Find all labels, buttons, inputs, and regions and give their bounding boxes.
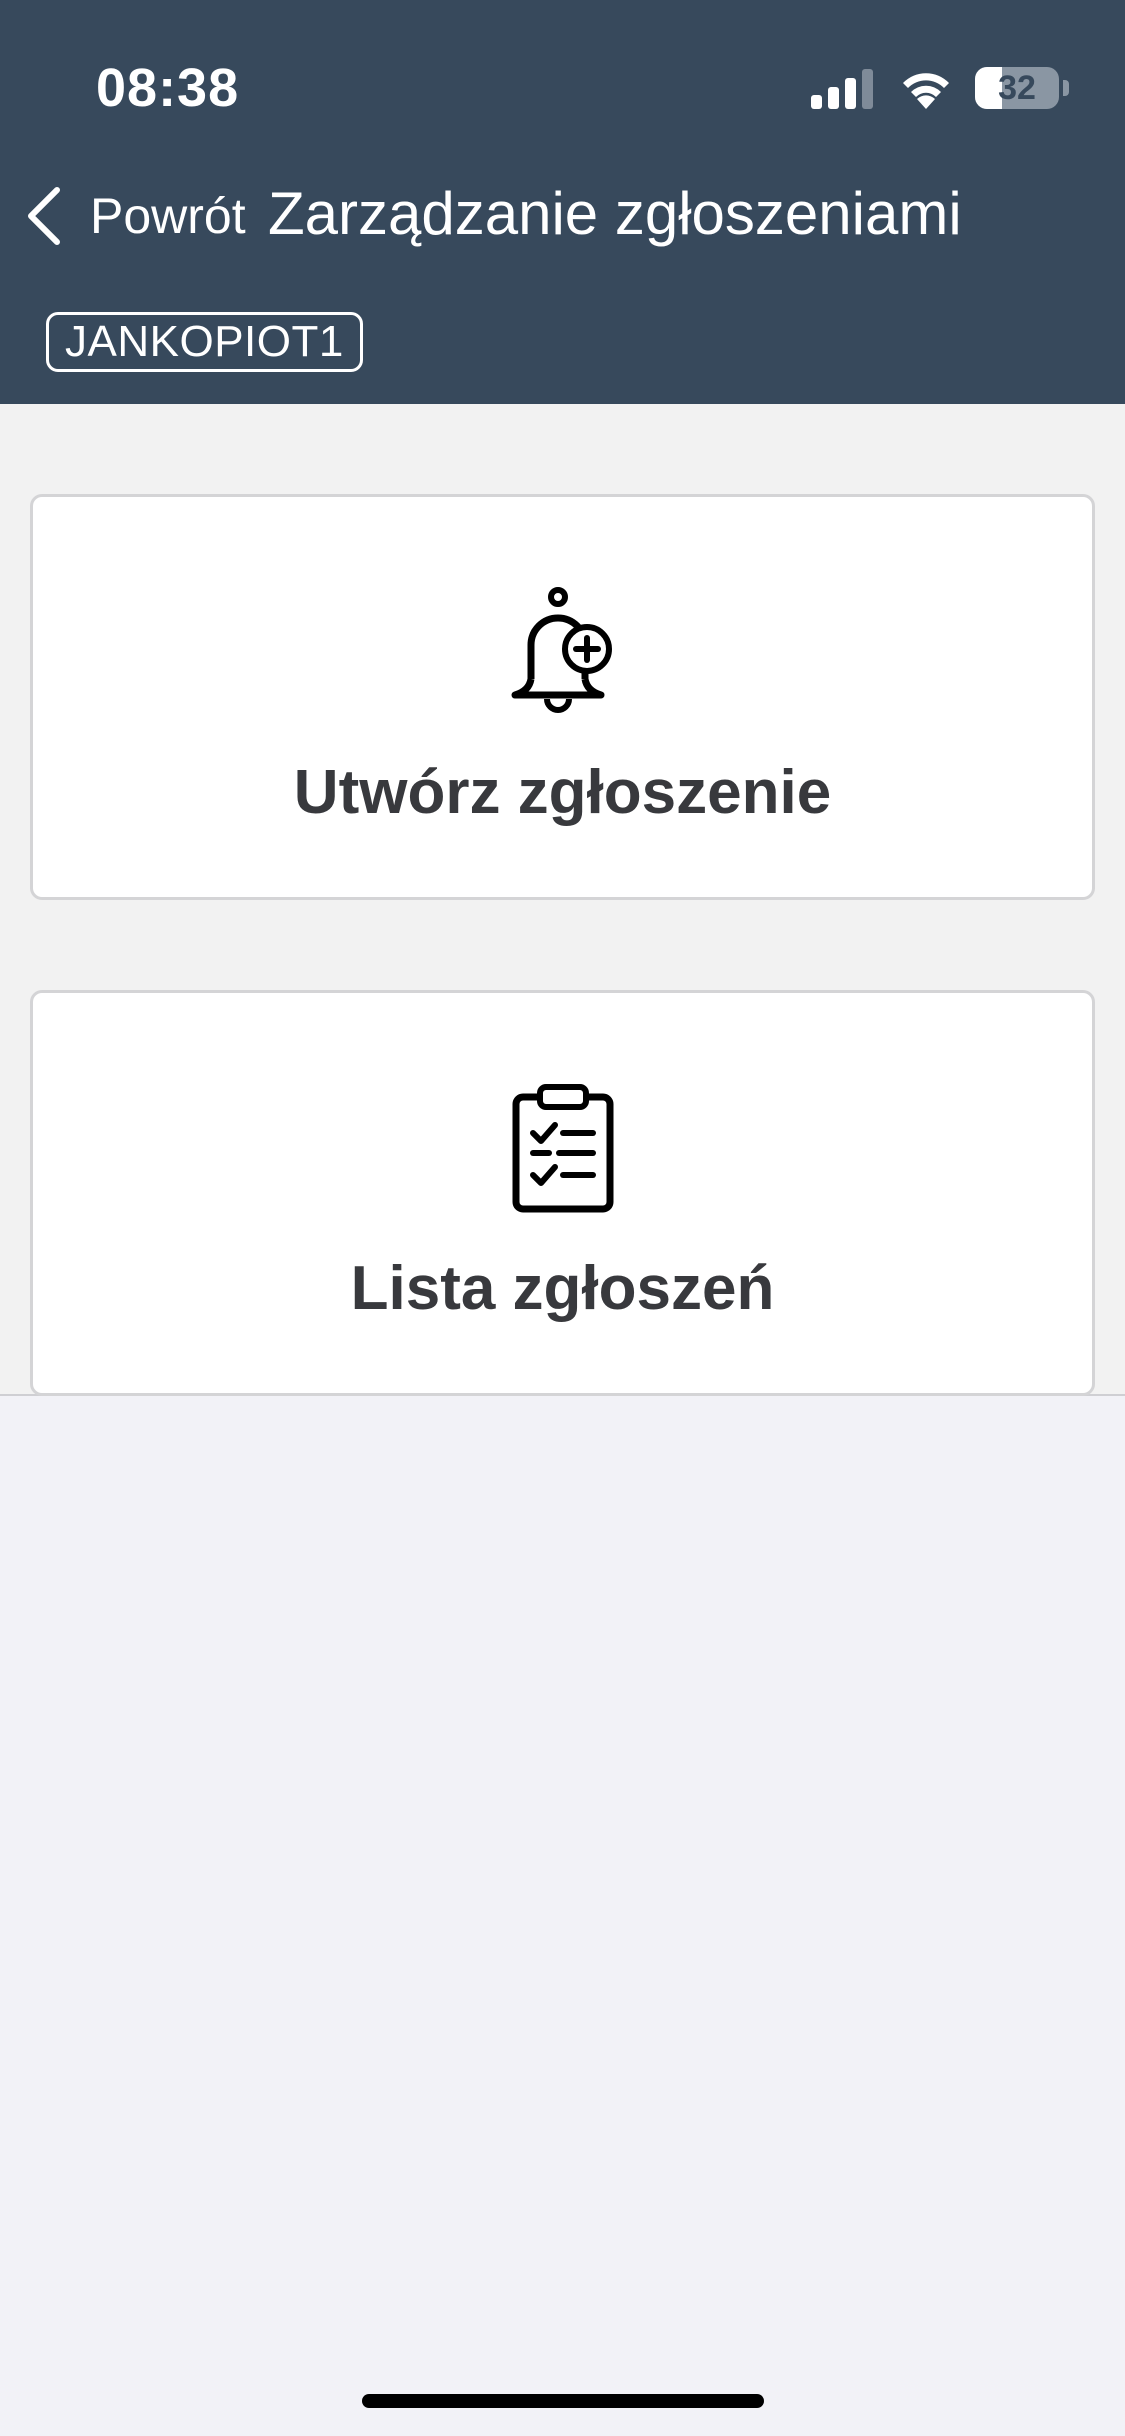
chevron-left-icon — [28, 187, 60, 245]
status-time: 08:38 — [96, 58, 240, 118]
header: 08:38 32 Powrót Zarządzanie zgłoszeniami… — [0, 0, 1125, 404]
create-report-label: Utwórz zgłoszenie — [293, 758, 832, 827]
signal-icon — [811, 69, 873, 109]
page-title: Zarządzanie zgłoszeniami — [268, 180, 962, 247]
bell-plus-icon — [503, 587, 623, 717]
back-label: Powrót — [90, 188, 246, 244]
status-icons: 32 — [811, 62, 1069, 114]
battery-icon: 32 — [975, 67, 1059, 109]
battery-level: 32 — [998, 69, 1036, 107]
clipboard-checklist-icon — [503, 1083, 623, 1213]
back-button[interactable]: Powrót — [24, 178, 246, 254]
user-badge: JANKOPIOT1 — [46, 312, 363, 372]
report-list-card[interactable]: Lista zgłoszeń — [30, 990, 1095, 1396]
create-report-card[interactable]: Utwórz zgłoszenie — [30, 494, 1095, 900]
battery-cap — [1063, 80, 1069, 96]
app-screen: 08:38 32 Powrót Zarządzanie zgłoszeniami… — [0, 0, 1125, 2436]
content-area: Utwórz zgłoszenie Lista zgłoszeń — [0, 404, 1125, 1396]
wifi-icon — [903, 73, 949, 109]
report-list-label: Lista zgłoszeń — [350, 1254, 775, 1323]
home-indicator[interactable] — [362, 2394, 764, 2408]
